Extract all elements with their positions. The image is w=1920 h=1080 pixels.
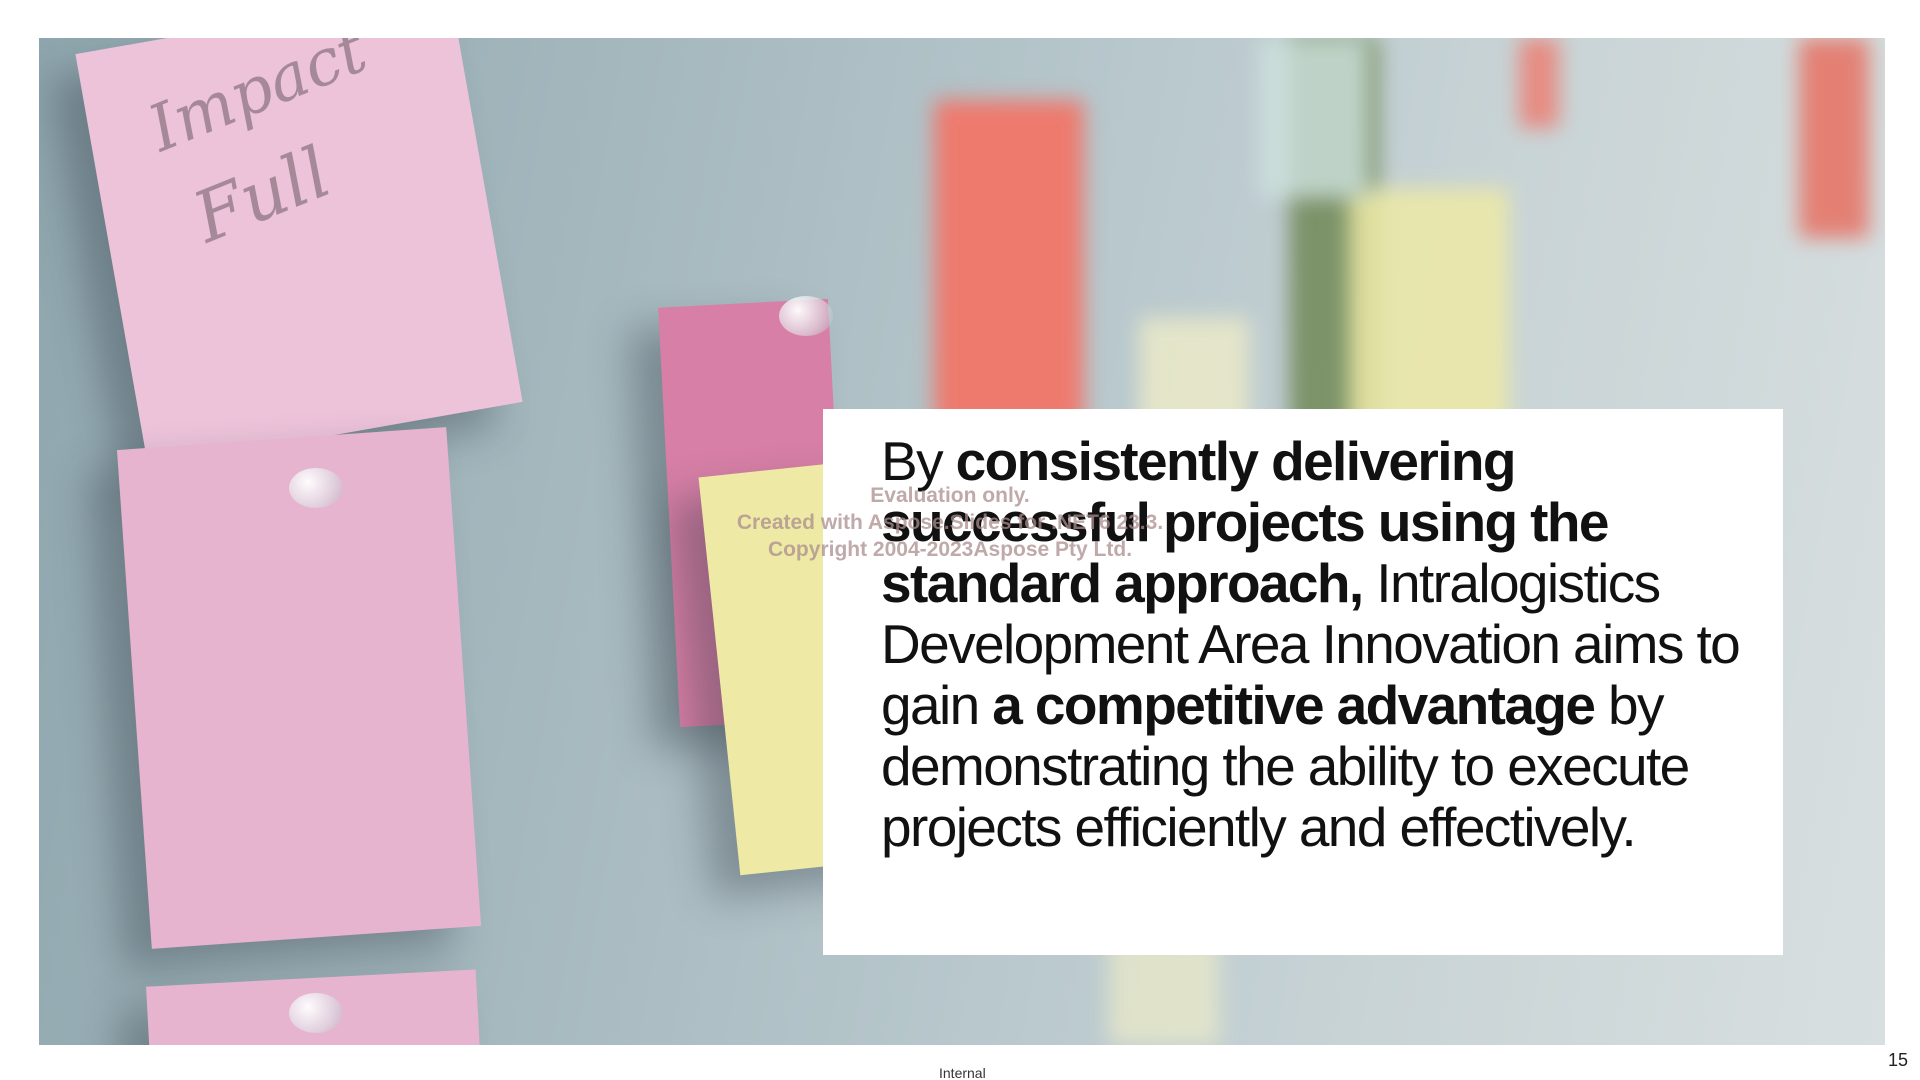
pushpin-icon (779, 296, 833, 336)
blurred-note-red-right (1519, 38, 1559, 128)
watermark-line-3: Copyright 2004-2023Aspose Pty Ltd. (767, 538, 1133, 561)
pushpin-icon (289, 993, 343, 1033)
slide: Impact Full By consistently delivering s… (0, 0, 1920, 1080)
note-pink-top: Impact Full (75, 38, 523, 468)
pushpin-icon (289, 468, 343, 508)
blurred-note-teal (1259, 38, 1369, 198)
note-pink-middle (116, 427, 482, 949)
slide-number: 15 (1887, 1050, 1908, 1070)
watermark-line-1: Evaluation only. (870, 484, 1030, 507)
quote-bold-2: a competitive advantage (992, 674, 1596, 736)
evaluation-watermark: Evaluation only. Created with Aspose.Sli… (700, 482, 1200, 563)
classification-label: Internal (939, 1065, 986, 1080)
watermark-line-2: Created with Aspose.Slides for .NET6 23.… (736, 511, 1164, 534)
blurred-note-red-edge (1799, 38, 1869, 238)
note-handwriting-line1: Impact (138, 38, 377, 167)
blurred-note-red (934, 100, 1084, 430)
